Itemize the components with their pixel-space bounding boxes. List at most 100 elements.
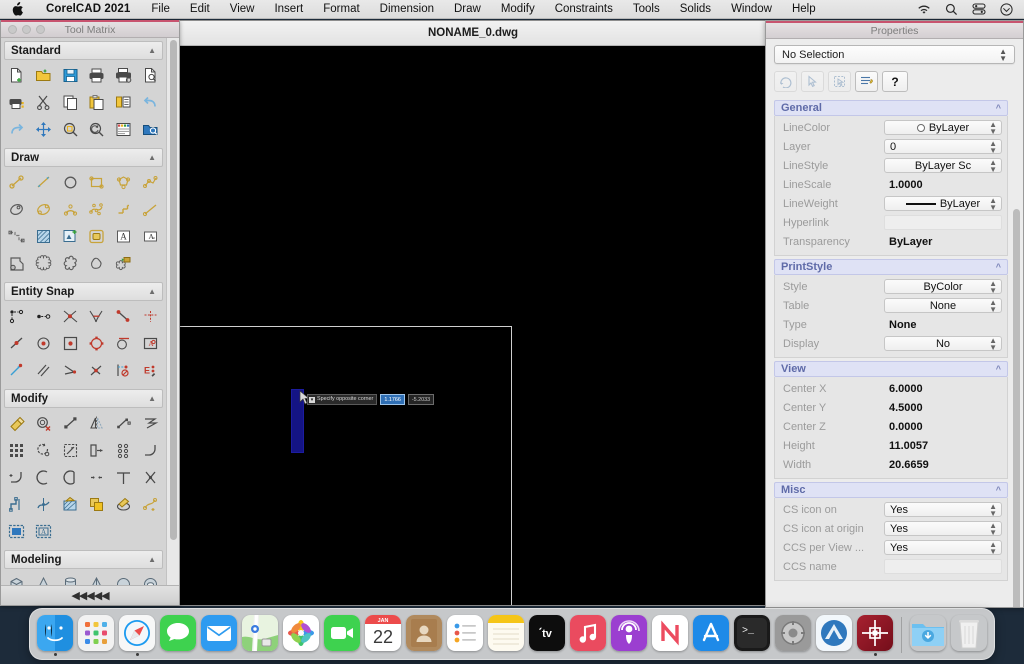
- stretch-icon[interactable]: [84, 437, 110, 463]
- print-inspect-icon[interactable]: [137, 62, 163, 88]
- property-value-combo[interactable]: 0 ▲ ▼: [884, 139, 1002, 154]
- offset-icon[interactable]: [111, 410, 137, 436]
- snap-none-icon[interactable]: [111, 357, 137, 383]
- menu-item-view[interactable]: View: [220, 3, 265, 15]
- dock-item-notes[interactable]: [487, 615, 525, 656]
- chevron-up-icon[interactable]: ^: [996, 103, 1001, 113]
- copy-entity-icon[interactable]: [31, 410, 57, 436]
- dock-item-facetime[interactable]: [323, 615, 361, 656]
- freehand-cloud-icon[interactable]: [84, 250, 110, 276]
- torus-3d-icon[interactable]: [137, 571, 163, 585]
- maps-icon[interactable]: [242, 615, 278, 651]
- property-value-text[interactable]: 20.6659: [884, 457, 1002, 472]
- property-value-combo[interactable]: No ▲ ▼: [884, 336, 1002, 351]
- downloads-folder-icon[interactable]: [910, 615, 946, 651]
- podcasts-icon[interactable]: [611, 615, 647, 651]
- print-icon[interactable]: [84, 62, 110, 88]
- new-drawing-icon[interactable]: [4, 62, 30, 88]
- menu-item-tools[interactable]: Tools: [623, 3, 670, 15]
- menu-item-constraints[interactable]: Constraints: [545, 3, 623, 15]
- snap-insertion-icon[interactable]: [57, 330, 83, 356]
- menu-item-draw[interactable]: Draw: [444, 3, 491, 15]
- cone-3d-icon[interactable]: [31, 571, 57, 585]
- corelcad-icon[interactable]: [857, 615, 893, 651]
- dock-item-corelcad[interactable]: [856, 615, 894, 656]
- properties-titlebar[interactable]: Properties: [766, 21, 1023, 39]
- zoom-previous-icon[interactable]: [84, 116, 110, 142]
- open-folder-icon[interactable]: [31, 62, 57, 88]
- stepper-arrows-icon[interactable]: ▲ ▼: [989, 279, 997, 294]
- group-header-general[interactable]: General ^: [774, 100, 1008, 116]
- dock-item-downloads-folder[interactable]: [909, 615, 947, 656]
- launchpad-icon[interactable]: [78, 615, 114, 651]
- dock-item-podcasts[interactable]: [610, 615, 648, 656]
- messages-icon[interactable]: [160, 615, 196, 651]
- property-value-input[interactable]: [884, 559, 1002, 574]
- scale-icon[interactable]: [57, 437, 83, 463]
- mail-icon[interactable]: [201, 615, 237, 651]
- stepper-arrows-icon[interactable]: ▲ ▼: [989, 336, 997, 351]
- edit-hatch-icon[interactable]: [57, 491, 83, 517]
- snap-nearest-icon[interactable]: [4, 330, 30, 356]
- facetime-icon[interactable]: [324, 615, 360, 651]
- music-icon[interactable]: [570, 615, 606, 651]
- menu-item-format[interactable]: Format: [313, 3, 369, 15]
- ray-icon[interactable]: [137, 196, 163, 222]
- chevron-up-icon[interactable]: ▲: [148, 555, 156, 564]
- group-header-view[interactable]: View ^: [774, 361, 1008, 377]
- property-value-combo[interactable]: ByLayer ▲ ▼: [884, 196, 1002, 211]
- cylinder-3d-icon[interactable]: [57, 571, 83, 585]
- wipeout-icon[interactable]: [111, 250, 137, 276]
- stepper-arrows-icon[interactable]: ▲ ▼: [989, 540, 997, 555]
- point-icon[interactable]: [111, 196, 137, 222]
- revision-cloud-icon[interactable]: [31, 250, 57, 276]
- paste-icon[interactable]: [84, 89, 110, 115]
- simple-note-icon[interactable]: A: [137, 223, 163, 249]
- copy-icon[interactable]: [57, 89, 83, 115]
- dock-item-calendar[interactable]: JAN 22: [364, 615, 402, 656]
- contacts-icon[interactable]: [406, 615, 442, 651]
- property-value-input[interactable]: [884, 215, 1002, 230]
- notes-icon[interactable]: [488, 615, 524, 651]
- box-3d-icon[interactable]: [4, 571, 30, 585]
- snap-apparent-intersection-icon[interactable]: [84, 303, 110, 329]
- group-header-misc[interactable]: Misc ^: [774, 482, 1008, 498]
- property-value-text[interactable]: 6.0000: [884, 381, 1002, 396]
- property-value-text[interactable]: None: [884, 317, 1002, 332]
- dynamic-input-x-field[interactable]: 1.1766: [380, 394, 405, 405]
- property-value-text[interactable]: 11.0057: [884, 438, 1002, 453]
- property-value-combo[interactable]: ByLayer ▲ ▼: [884, 120, 1002, 135]
- edit-block-icon[interactable]: [111, 491, 137, 517]
- draw-order-icon[interactable]: [84, 491, 110, 517]
- design-resources-icon[interactable]: [137, 116, 163, 142]
- safari-icon[interactable]: [119, 615, 155, 651]
- fillet-edge-icon[interactable]: [137, 410, 163, 436]
- snap-midpoint-icon[interactable]: [137, 303, 163, 329]
- dock-item-coreldraw[interactable]: [815, 615, 853, 656]
- ellipse-icon[interactable]: [4, 196, 30, 222]
- dock-item-maps[interactable]: [241, 615, 279, 656]
- dock-item-trash[interactable]: [950, 615, 988, 656]
- snap-extension-icon[interactable]: [57, 357, 83, 383]
- fillet-icon[interactable]: [137, 437, 163, 463]
- dock-item-app-store[interactable]: [692, 615, 730, 656]
- menu-item-modify[interactable]: Modify: [491, 3, 545, 15]
- snap-parallel-icon[interactable]: [31, 357, 57, 383]
- properties-scrollbar[interactable]: [1011, 97, 1023, 607]
- paste-special-icon[interactable]: [111, 89, 137, 115]
- dock-item-terminal[interactable]: >_: [733, 615, 771, 656]
- cloud-shape-icon[interactable]: [57, 250, 83, 276]
- reminders-icon[interactable]: [447, 615, 483, 651]
- menu-item-solids[interactable]: Solids: [670, 3, 721, 15]
- dock-item-news[interactable]: [651, 615, 689, 656]
- cut-icon[interactable]: [31, 89, 57, 115]
- redo-icon[interactable]: [4, 116, 30, 142]
- chamfer-icon[interactable]: [4, 464, 30, 490]
- polygon-icon[interactable]: [111, 169, 137, 195]
- mirror-icon[interactable]: [84, 410, 110, 436]
- snap-node-icon[interactable]: A: [137, 330, 163, 356]
- menu-app-name[interactable]: CorelCAD 2021: [35, 3, 141, 15]
- properties-palette-icon[interactable]: [111, 116, 137, 142]
- property-value-text[interactable]: ByLayer: [884, 234, 1002, 249]
- edit-spline-icon[interactable]: [31, 491, 57, 517]
